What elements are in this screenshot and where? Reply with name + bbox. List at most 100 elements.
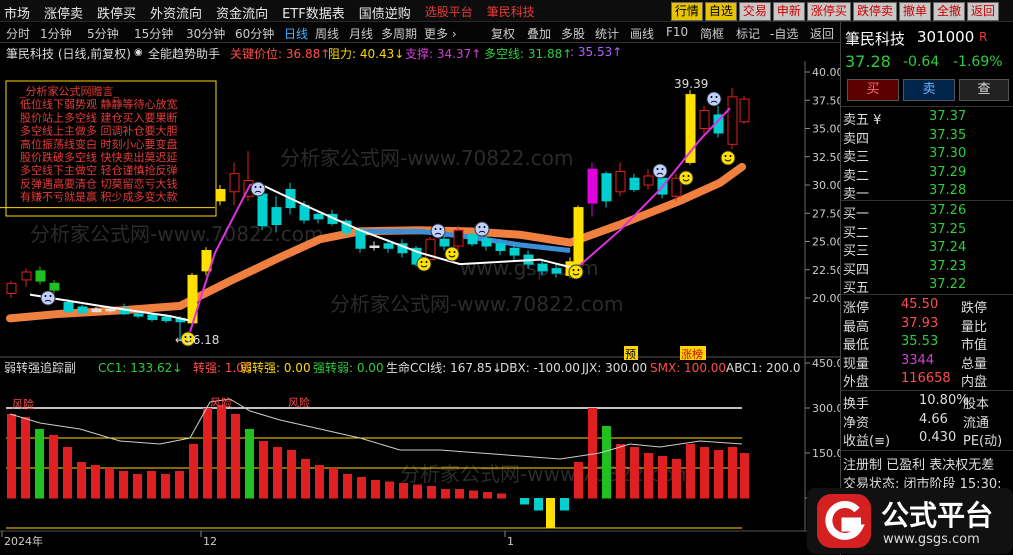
menu-foreign-flow[interactable]: 外资流向 (150, 3, 202, 22)
multi-line-label: 多空线: 31.88↑ (484, 47, 573, 61)
annotation-line: 多空线下主做空 轻仓谨慎抢反弹 (20, 163, 178, 177)
stat-v1: 37.93 (901, 315, 939, 331)
btn-quote[interactable]: 行情 (670, 2, 703, 21)
btn-cancel-all[interactable]: 全撤 (932, 2, 965, 21)
top-menu-bar: 市场 涨停卖 跌停买 外资流向 资金流向 ETF数据表 国债逆购 选股平台 筆民… (0, 0, 1013, 22)
sub-label: CC1: 133.62↓ (98, 361, 182, 375)
period-more[interactable]: 更多 › (424, 25, 457, 42)
sub-bar (469, 490, 478, 499)
sad-face-icon (474, 221, 490, 237)
tool-back[interactable]: 返回 (810, 25, 834, 42)
sub-bar (700, 447, 709, 499)
btn-trade[interactable]: 交易 (738, 2, 771, 21)
period-60min[interactable]: 60分钟 (235, 25, 274, 42)
sub-bar (203, 408, 212, 499)
menu-market[interactable]: 市场 (4, 3, 30, 22)
tool-adjust[interactable]: 复权 (491, 25, 515, 42)
period-timeshare[interactable]: 分时 (6, 25, 30, 42)
buy-level-price: 37.24 (929, 240, 967, 255)
tool-remove-watch[interactable]: -自选 (770, 25, 798, 42)
candle-body (615, 170, 626, 193)
candle-body (21, 271, 32, 281)
risk-label: 风险 (288, 396, 310, 410)
sad-face-icon (250, 181, 266, 197)
sub-bar (49, 435, 58, 499)
btn-back[interactable]: 返回 (966, 2, 999, 21)
candle-body (147, 314, 158, 320)
btn-cancel[interactable]: 撤单 (898, 2, 931, 21)
stat-l1: 现量 (843, 356, 870, 372)
tool-multi-stock[interactable]: 多股 (561, 25, 585, 42)
event-yu: 预 (625, 348, 636, 361)
period-1min[interactable]: 1分钟 (40, 25, 72, 42)
candle-body (509, 247, 520, 256)
sub-bar (147, 471, 156, 499)
buy-button[interactable]: 买 (847, 79, 899, 101)
period-15min[interactable]: 15分钟 (134, 25, 173, 42)
candle-body (587, 168, 598, 204)
price-tick: 27.50 (812, 207, 840, 220)
menu-capital-flow[interactable]: 资金流向 (216, 3, 268, 22)
sub-bar (546, 498, 555, 529)
candle-body (257, 193, 268, 227)
period-weekly[interactable]: 周线 (315, 25, 339, 42)
sub-bar (217, 405, 226, 499)
btn-ipo[interactable]: 申新 (772, 2, 805, 21)
btn-watchlist[interactable]: 自选 (704, 2, 737, 21)
query-button[interactable]: 查 (959, 79, 1009, 101)
happy-face-icon (568, 264, 584, 280)
tool-f10[interactable]: F10 (666, 25, 688, 39)
period-multi[interactable]: 多周期 (381, 25, 417, 42)
menu-current-stock[interactable]: 筆民科技 (487, 3, 535, 22)
sub-bar (35, 429, 44, 499)
buy-level-label: 买二 (843, 225, 870, 241)
candle-body (91, 308, 102, 313)
indicator-name[interactable]: 全能趋势助手 (148, 45, 220, 62)
sub-bar (560, 498, 569, 511)
sub-bar (175, 471, 184, 499)
tool-draw[interactable]: 画线 (630, 25, 654, 42)
menu-stock-picker[interactable]: 选股平台 (425, 3, 473, 22)
menu-repo[interactable]: 国债逆购 (359, 3, 411, 22)
price-tick: 30.00 (812, 179, 840, 192)
period-monthly[interactable]: 月线 (349, 25, 373, 42)
candle-body (453, 229, 464, 247)
indicator-toggle-icon[interactable]: ◉ (134, 47, 143, 58)
stat2-l1: 收益(≡) (843, 434, 891, 449)
period-5min[interactable]: 5分钟 (87, 25, 119, 42)
candle-body (313, 213, 324, 220)
sell-level-price: 37.37 (929, 109, 967, 124)
reg-info: 注册制 已盈利 表决权无差 (843, 458, 995, 473)
sub-bar (427, 486, 436, 499)
menu-limitdown-buy[interactable]: 跌停买 (97, 3, 136, 22)
btn-limitup-buy[interactable]: 涨停买 (806, 2, 851, 21)
tool-simple-frame[interactable]: 简框 (700, 25, 724, 42)
kline-chart[interactable]: 分析家公式网-www.70822.com 分析家公式网-www.70822.co… (0, 61, 840, 555)
brand-logo: 公式平台 www.gsgs.com (807, 488, 1013, 554)
sub-bar (161, 474, 170, 499)
sub-label: DBX: -100.00 (500, 361, 580, 375)
period-30min[interactable]: 30分钟 (186, 25, 225, 42)
stat-v1: 45.50 (901, 297, 939, 312)
risk-label: 风险 (12, 397, 34, 411)
stat-l2: 内盘 (961, 375, 988, 390)
tool-overlay[interactable]: 叠加 (527, 25, 551, 42)
sub-bar (616, 444, 625, 499)
high-price-label: 39.39 (674, 77, 708, 91)
menu-limitup-sell[interactable]: 涨停卖 (44, 3, 83, 22)
btn-limitdown-sell[interactable]: 跌停卖 (852, 2, 897, 21)
sell-level-price: 37.35 (929, 127, 967, 143)
stat-v1: 35.53 (901, 334, 939, 349)
sub-bar (455, 489, 464, 499)
sell-button[interactable]: 卖 (903, 79, 955, 101)
tool-mark[interactable]: 标记 (736, 25, 760, 42)
menu-etf-table[interactable]: ETF数据表 (282, 3, 345, 22)
tool-stats[interactable]: 统计 (595, 25, 619, 42)
candle-body (215, 189, 226, 202)
sell-level-label: 卖五 ¥ (843, 113, 882, 128)
sub-bar (740, 453, 749, 499)
chart-title-line: 筆民科技 (日线,前复权) ◉ 全能趋势助手 关键价位: 36.88↑ 阻力: … (0, 43, 840, 61)
happy-face-icon (444, 246, 460, 262)
stat2-l1: 换手 (843, 397, 870, 412)
period-daily[interactable]: 日线 (284, 25, 308, 42)
